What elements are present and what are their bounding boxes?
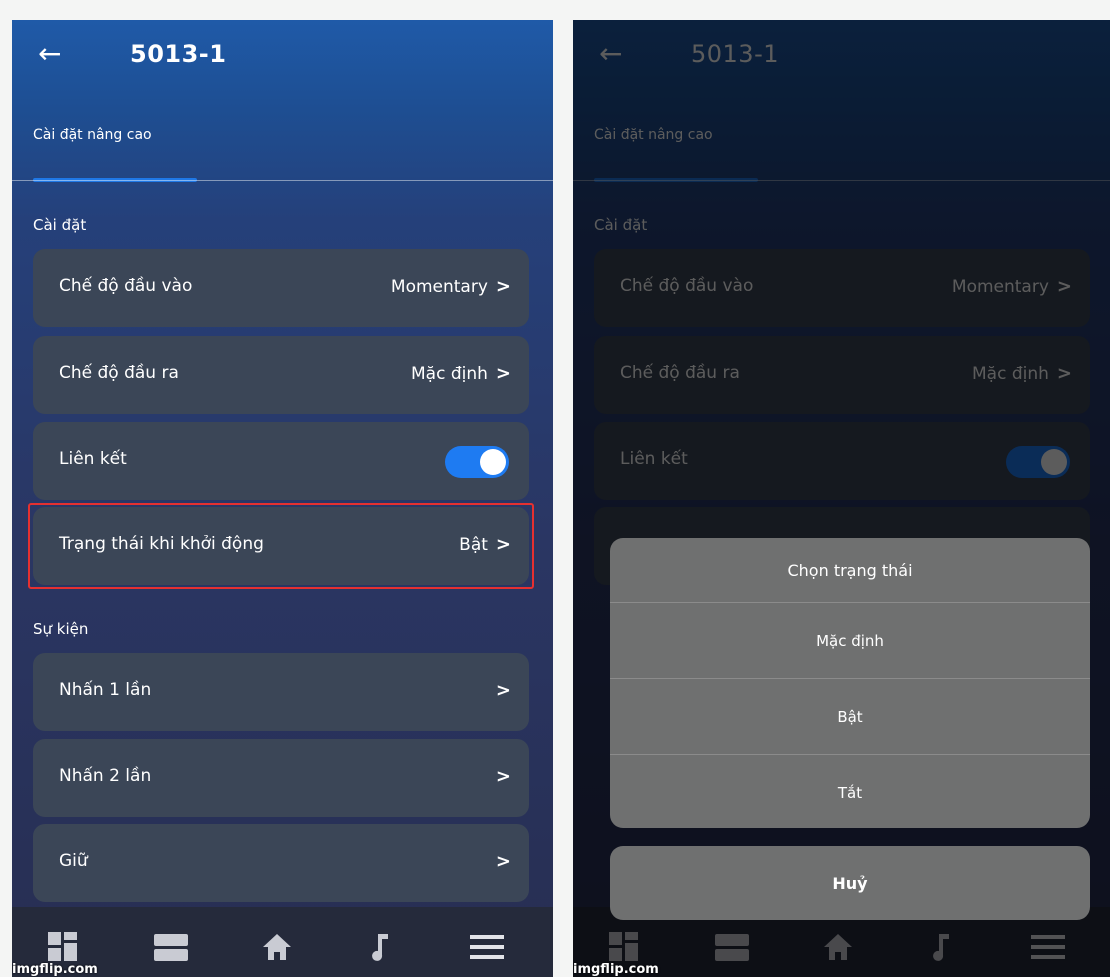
option-off[interactable]: Tắt [610, 754, 1090, 828]
input-mode-row[interactable]: Chế độ đầu vào Momentary > [33, 249, 529, 327]
chevron-right-icon: > [495, 534, 511, 555]
watermark: imgflip.com [573, 962, 659, 977]
chevron-right-icon: > [495, 276, 511, 297]
row-label: Liên kết [59, 449, 127, 469]
cancel-button[interactable]: Huỷ [610, 846, 1090, 920]
link-toggle[interactable] [445, 446, 509, 478]
events-section-title: Sự kiện [33, 620, 89, 638]
link-row: Liên kết [33, 422, 529, 500]
output-mode-row[interactable]: Chế độ đầu ra Mặc định > [33, 336, 529, 414]
chevron-right-icon: > [495, 363, 511, 384]
sheet-title: Chọn trạng thái [787, 560, 913, 580]
option-on[interactable]: Bật [610, 678, 1090, 754]
phone-screen-right: ← 5013-1 Cài đặt nâng cao Cài đặt Chế độ… [573, 20, 1110, 977]
menu-icon[interactable] [470, 932, 504, 962]
row-label: Trạng thái khi khởi động [59, 534, 264, 554]
dashboard-icon[interactable] [48, 932, 78, 962]
row-label: Chế độ đầu ra [59, 363, 179, 383]
row-label: Giữ [59, 851, 88, 871]
music-icon[interactable] [368, 932, 392, 962]
row-label: Nhấn 1 lần [59, 680, 152, 700]
chevron-right-icon: > [495, 680, 511, 701]
watermark: imgflip.com [12, 962, 98, 977]
hold-row[interactable]: Giữ > [33, 824, 529, 902]
modal-backdrop[interactable] [573, 20, 1110, 977]
chevron-right-icon: > [495, 851, 511, 872]
row-value: Mặc định [411, 363, 488, 384]
state-picker-sheet: Chọn trạng thái Mặc định Bật Tắt [610, 538, 1090, 828]
row-label: Chế độ đầu vào [59, 276, 193, 296]
press-once-row[interactable]: Nhấn 1 lần > [33, 653, 529, 731]
home-icon[interactable] [262, 932, 292, 962]
page-title: 5013-1 [130, 40, 227, 68]
row-value: Momentary [390, 276, 488, 297]
back-arrow-icon[interactable]: ← [38, 38, 61, 70]
startup-state-row[interactable]: Trạng thái khi khởi động Bật > [33, 507, 529, 585]
row-label: Nhấn 2 lần [59, 766, 152, 786]
phone-screen-left: ← 5013-1 Cài đặt nâng cao Cài đặt Chế độ… [12, 20, 553, 977]
settings-section-title: Cài đặt [33, 216, 87, 234]
rooms-icon[interactable] [154, 932, 188, 962]
chevron-right-icon: > [495, 766, 511, 787]
tab-advanced-settings[interactable]: Cài đặt nâng cao [33, 127, 152, 143]
toggle-knob [480, 449, 506, 475]
row-value: Bật [459, 534, 488, 555]
tab-divider [12, 180, 553, 181]
press-twice-row[interactable]: Nhấn 2 lần > [33, 739, 529, 817]
option-default[interactable]: Mặc định [610, 602, 1090, 678]
